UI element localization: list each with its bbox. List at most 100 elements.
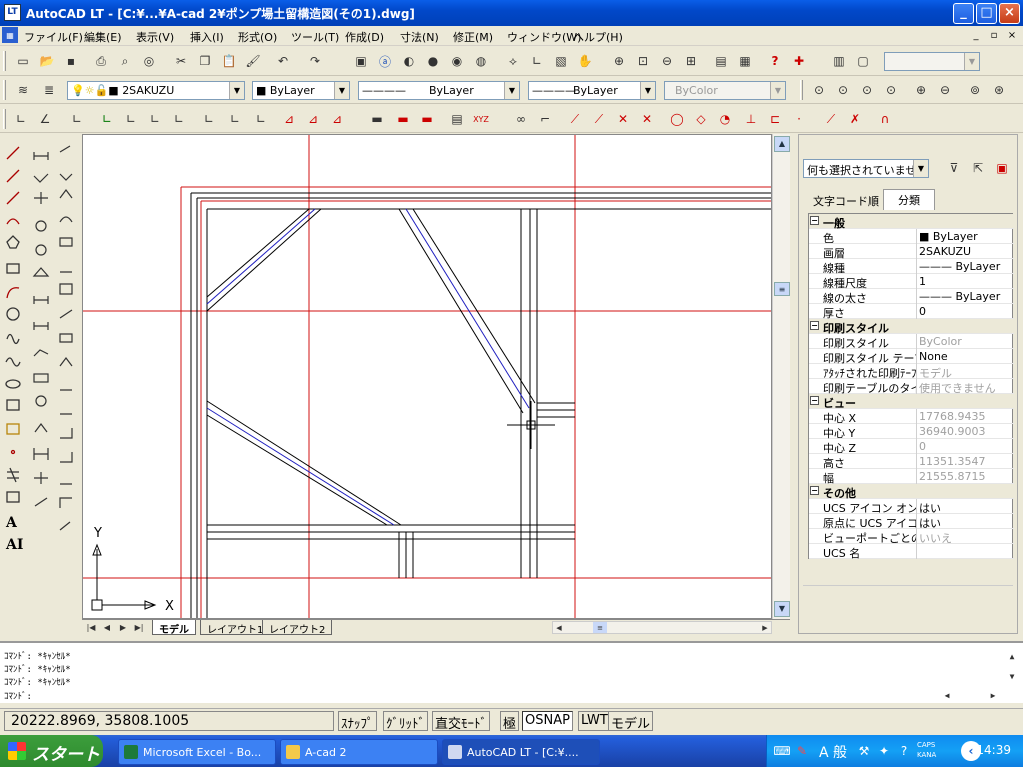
menu-help[interactable]: ヘルプ(H) [573,29,623,45]
menu-dimension[interactable]: 寸法(N) [400,29,439,45]
view-icon[interactable]: ▥ [830,52,848,70]
scroll-thumb[interactable]: ≡ [774,282,790,296]
toggle-pickadd-icon[interactable]: ⊽ [945,159,963,177]
color-dropdown[interactable]: ■ ByLayer ▼ [252,81,350,100]
tracking-icon[interactable]: ⟡ [504,52,522,70]
dim-tolerance-icon[interactable]: ∟ [252,110,270,128]
toolbar-grip[interactable] [3,80,6,100]
linetype-dropdown[interactable]: ———— ByLayer ▼ [358,81,520,100]
grid-button[interactable]: ｸﾞﾘｯﾄﾞ [383,711,428,732]
property-row[interactable]: 高さ 11351.3547 [809,454,1014,470]
layer-manager-icon[interactable]: ≋ [14,81,32,99]
mdi-restore-button[interactable]: ▫ [987,29,1001,43]
command-scroll-left-icon[interactable]: ◀ [940,688,954,702]
ucs-view-icon[interactable]: ⊿ [328,110,346,128]
pan-realtime-icon[interactable]: ✋ [576,52,594,70]
web-icon[interactable]: ◐ [400,52,418,70]
zoom-realtime-icon[interactable]: ⊕ [610,52,628,70]
property-row[interactable]: UCS 名 [809,544,1014,560]
collapse-icon[interactable]: − [810,216,819,225]
viewport-icon[interactable]: ▢ [854,52,872,70]
dim-baseline-icon[interactable]: ∟ [170,110,188,128]
tab-categorized[interactable]: 分類 [883,189,935,210]
tab-layout2[interactable]: レイアウト2 [262,620,333,636]
snap-insert-icon[interactable]: ⊏ [766,110,784,128]
drawing-svg[interactable]: Y X [83,135,772,619]
ucs-icon[interactable]: ∟ [528,52,546,70]
dim-linear-icon[interactable]: ∟ [12,110,30,128]
tab-layout1[interactable]: レイアウト1 [200,620,271,636]
autocad-app-icon[interactable]: LT [4,4,21,21]
property-value[interactable]: ——— ByLayer [919,260,1012,273]
layer-dropdown[interactable]: 💡☼🔓■ 2SAKUZU ▼ [67,81,245,100]
toolbar-grip[interactable] [800,80,803,100]
collapse-icon[interactable]: − [810,486,819,495]
new-file-icon[interactable]: ▭ [14,52,32,70]
dim-angular-icon[interactable]: ∟ [146,110,164,128]
property-value[interactable]: 0 [919,305,1012,318]
property-row[interactable]: 画層 2SAKUZU [809,244,1014,260]
property-row[interactable]: 厚さ 0 [809,304,1014,320]
zoom-out-icon[interactable]: ⊖ [936,81,954,99]
property-value[interactable]: ByColor [919,335,1012,348]
next-tab-icon[interactable]: ▶ [116,620,130,634]
viewport-scale-dropdown[interactable]: ▼ [884,52,980,71]
menu-edit[interactable]: 編集(E) [84,29,122,45]
dim-diameter-icon[interactable]: ∟ [122,110,140,128]
zoom-all-icon[interactable]: ⊚ [966,81,984,99]
property-value[interactable]: 17768.9435 [919,410,1012,423]
copy-icon[interactable]: ❐ [196,52,214,70]
first-tab-icon[interactable]: |◀ [84,620,98,634]
ime-mode[interactable]: A 般 [819,742,847,762]
menu-window[interactable]: ウィンドウ(W) [507,29,581,45]
toolbar-grip[interactable] [3,109,6,129]
property-value[interactable]: 21555.8715 [919,470,1012,483]
polar-button[interactable]: 極 [500,711,520,732]
property-row[interactable]: 線種尺度 1 [809,274,1014,290]
snap-apparent-icon[interactable]: ✕ [638,110,656,128]
snap-quadrant-icon[interactable]: ◇ [692,110,710,128]
snap-tangent-icon[interactable]: ◔ [716,110,734,128]
snap-node-icon[interactable]: · [790,110,808,128]
scroll-up-button[interactable]: ▲ [774,136,790,152]
mdi-close-button[interactable]: × [1005,29,1019,43]
zoom-center-icon[interactable]: ⊙ [882,81,900,99]
model-space-button[interactable]: モデル [608,711,654,732]
scroll-down-button[interactable]: ▼ [774,601,790,617]
canvas-vertical-scrollbar[interactable]: ▲ ≡ ▼ [772,134,790,619]
snap-midpoint-icon[interactable]: ⟋ [590,110,608,128]
hyperlink-icon[interactable]: ● [424,52,442,70]
collapse-icon[interactable]: − [810,396,819,405]
snap-tracking-icon[interactable]: ∞ [512,110,530,128]
snap-endpoint-icon[interactable]: ⟋ [566,110,584,128]
task-folder[interactable]: A-cad 2 [280,739,438,765]
property-category[interactable]: − 一般 [809,214,1014,230]
last-tab-icon[interactable]: ▶| [132,620,146,634]
selection-dropdown[interactable]: 何も選択されていません ▼ [803,159,929,178]
drawing-canvas[interactable]: Y X [82,134,772,619]
open-folder-icon[interactable]: 📂 [38,52,56,70]
tab-model[interactable]: モデル [152,620,196,636]
command-scroll-up-icon[interactable]: ▲ [1005,649,1019,663]
ime-dictionary-icon[interactable]: ✦ [875,742,893,760]
zoom-extents-icon[interactable]: ⊛ [990,81,1008,99]
menu-insert[interactable]: 挿入(I) [190,29,224,45]
ucs-world-icon[interactable]: ⊿ [280,110,298,128]
ime-help-icon[interactable]: ? [895,742,913,760]
dim-radius-icon[interactable]: ∟ [98,110,116,128]
match-properties-icon[interactable]: 🖌 [244,52,262,70]
extra-tool-icon[interactable]: ✚ [790,52,808,70]
dim-update-icon[interactable]: ▬ [418,110,436,128]
named-views-icon[interactable]: ▧ [552,52,570,70]
property-row[interactable]: 印刷テーブルのタイプ使用できません [809,379,1014,395]
property-row[interactable]: ｱﾀｯﾁされた印刷ﾃｰﾌﾞﾙモデル [809,364,1014,380]
property-row[interactable]: UCS アイコン オン はい [809,499,1014,515]
coordinate-display[interactable]: 20222.8969, 35808.1005 [4,711,334,731]
command-scroll-right-icon[interactable]: ▶ [986,688,1000,702]
menu-view[interactable]: 表示(V) [136,29,174,45]
ime-tool-icon[interactable]: ⚒ [855,742,873,760]
property-row[interactable]: 幅 21555.8715 [809,469,1014,485]
close-button[interactable]: × [999,3,1020,24]
property-category[interactable]: − 印刷スタイル [809,319,1014,335]
property-row[interactable]: 中心 Y 36940.9003 [809,424,1014,440]
